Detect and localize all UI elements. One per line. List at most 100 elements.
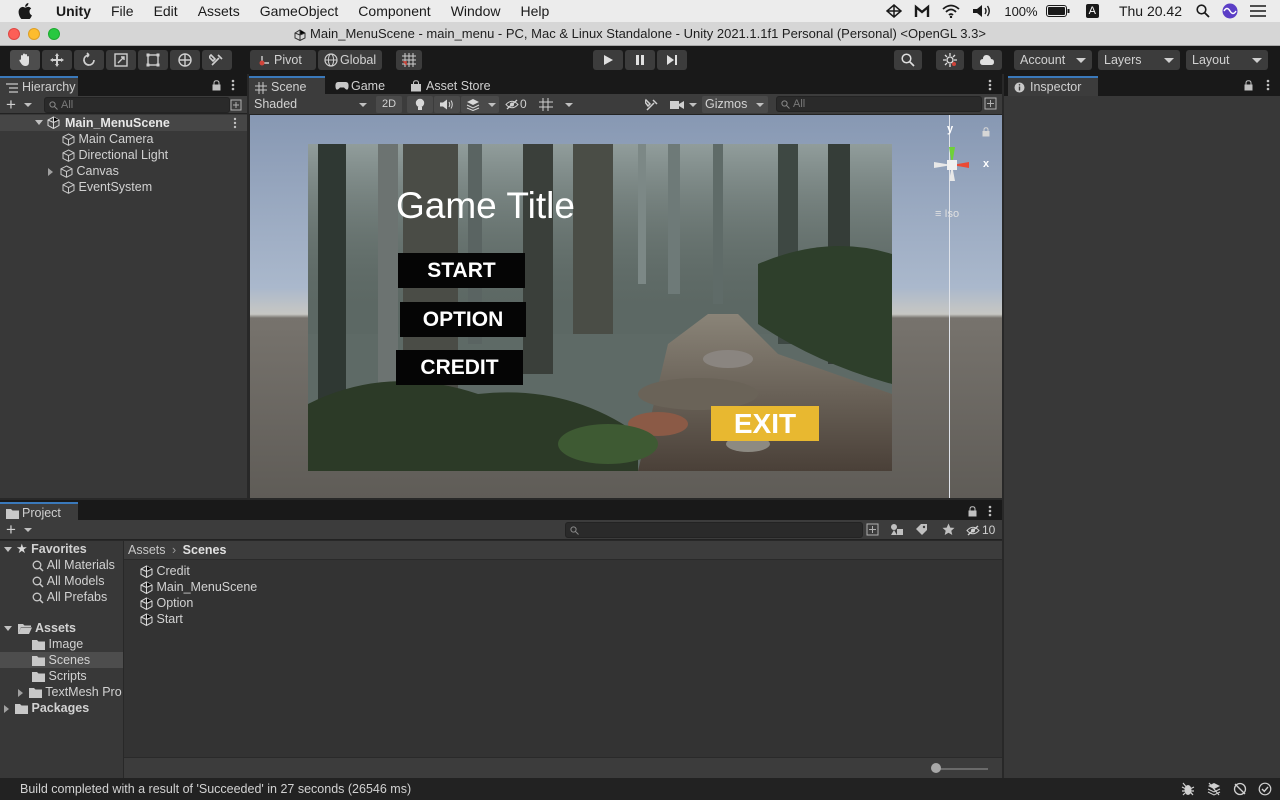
icon-size-slider-track[interactable]	[936, 768, 988, 770]
pause-button[interactable]	[625, 50, 655, 70]
folder-scripts[interactable]: Scripts	[32, 668, 87, 684]
progress-check-icon[interactable]	[1258, 782, 1272, 796]
battery-icon[interactable]	[1045, 5, 1070, 17]
create-add-button[interactable]: +	[6, 520, 16, 540]
breadcrumb-assets[interactable]: Assets	[128, 543, 166, 557]
maximize-window-button[interactable]	[48, 28, 60, 40]
spotlight-search-icon[interactable]	[1196, 4, 1210, 18]
asset-file-credit[interactable]: Credit	[140, 563, 190, 579]
play-button[interactable]	[593, 50, 623, 70]
favorites-group[interactable]: ★ Favorites	[4, 541, 87, 557]
asset-file-main-menuscene[interactable]: Main_MenuScene	[140, 579, 257, 595]
menu-file[interactable]: File	[101, 0, 144, 22]
tab-asset-store[interactable]: Asset Store	[404, 76, 504, 96]
hierarchy-scene-row[interactable]: Main_MenuScene	[0, 115, 247, 131]
start-button[interactable]: START	[398, 253, 525, 288]
asset-file-start[interactable]: Start	[140, 611, 183, 627]
menu-help[interactable]: Help	[510, 0, 559, 22]
credit-button[interactable]: CREDIT	[396, 350, 523, 385]
volume-icon[interactable]	[972, 4, 992, 18]
account-dropdown[interactable]: Account	[1014, 50, 1092, 70]
folder-scenes[interactable]: Scenes	[32, 652, 90, 668]
more-options-icon[interactable]	[233, 117, 237, 129]
create-add-button[interactable]: +	[6, 95, 16, 115]
more-options-icon[interactable]	[988, 505, 992, 517]
favorite-all-models[interactable]: All Models	[32, 573, 104, 589]
hierarchy-search-input[interactable]: All	[44, 97, 230, 113]
exit-button[interactable]: EXIT	[711, 406, 819, 441]
menu-window[interactable]: Window	[441, 0, 511, 22]
shading-mode-dropdown[interactable]: Shaded	[251, 96, 369, 113]
asset-file-option[interactable]: Option	[140, 595, 193, 611]
debug-bug-icon[interactable]	[1181, 782, 1195, 796]
more-options-icon[interactable]	[988, 79, 992, 91]
tab-project[interactable]: Project	[0, 502, 78, 522]
2d-mode-toggle[interactable]: 2D	[376, 96, 402, 113]
pivot-toggle[interactable]: Pivot	[250, 50, 316, 70]
control-center-icon[interactable]	[1250, 5, 1266, 17]
grid-visibility-dropdown[interactable]	[539, 96, 577, 113]
scene-search-filter-icon[interactable]	[984, 97, 997, 110]
global-toggle[interactable]: Global	[318, 50, 382, 70]
chevron-right-icon[interactable]	[48, 167, 53, 176]
menu-assets[interactable]: Assets	[188, 0, 250, 22]
lock-icon[interactable]	[968, 506, 977, 517]
lock-icon[interactable]	[982, 127, 990, 137]
hierarchy-item-directional-light[interactable]: Directional Light	[62, 147, 168, 163]
minimize-window-button[interactable]	[28, 28, 40, 40]
hidden-packages-toggle[interactable]: 10	[965, 522, 1001, 538]
projection-toggle[interactable]: ≡ Iso	[935, 208, 959, 220]
gizmos-dropdown[interactable]: Gizmos	[702, 96, 768, 113]
favorite-all-materials[interactable]: All Materials	[32, 557, 115, 573]
tab-hierarchy[interactable]: Hierarchy	[0, 76, 78, 96]
siri-icon[interactable]	[1222, 3, 1238, 19]
grid-snap-button[interactable]	[396, 50, 422, 70]
layout-dropdown[interactable]: Layout	[1186, 50, 1268, 70]
cloud-button[interactable]	[972, 50, 1002, 70]
effects-dropdown[interactable]	[461, 96, 499, 113]
move-tool-button[interactable]	[42, 50, 72, 70]
search-scope-icon[interactable]	[866, 523, 879, 536]
rect-tool-button[interactable]	[138, 50, 168, 70]
malwarebytes-icon[interactable]	[914, 4, 930, 18]
more-options-icon[interactable]	[231, 79, 235, 91]
chevron-down-icon[interactable]	[35, 120, 43, 125]
filter-by-label-icon[interactable]	[915, 523, 928, 536]
rotate-tool-button[interactable]	[74, 50, 104, 70]
hidden-objects-toggle[interactable]: 0	[503, 96, 533, 113]
close-window-button[interactable]	[8, 28, 20, 40]
lock-icon[interactable]	[212, 80, 221, 91]
breadcrumb-scenes[interactable]: Scenes	[183, 543, 227, 557]
tab-scene[interactable]: Scene	[249, 76, 325, 96]
input-source-icon[interactable]: A	[1085, 4, 1099, 18]
step-button[interactable]	[657, 50, 687, 70]
hierarchy-item-eventsystem[interactable]: EventSystem	[62, 179, 152, 195]
hand-tool-button[interactable]	[10, 50, 40, 70]
lock-icon[interactable]	[1244, 80, 1253, 91]
packages-folder[interactable]: Packages	[4, 700, 89, 716]
scale-tool-button[interactable]	[106, 50, 136, 70]
auto-generate-lighting-icon[interactable]	[1207, 782, 1221, 796]
menu-gameobject[interactable]: GameObject	[250, 0, 349, 22]
lighting-toggle[interactable]	[407, 96, 433, 113]
menu-edit[interactable]: Edit	[144, 0, 188, 22]
favorite-all-prefabs[interactable]: All Prefabs	[32, 589, 107, 605]
scene-viewport[interactable]: Game Title START OPTION CREDIT EXIT y x …	[250, 115, 1002, 498]
camera-settings-dropdown[interactable]	[667, 96, 701, 113]
custom-tool-button[interactable]	[202, 50, 232, 70]
transform-tool-button[interactable]	[170, 50, 200, 70]
apple-icon[interactable]	[0, 3, 46, 19]
audio-toggle[interactable]	[434, 96, 460, 113]
hierarchy-item-canvas[interactable]: Canvas	[48, 163, 119, 179]
status-message[interactable]: Build completed with a result of 'Succee…	[20, 782, 411, 796]
cache-server-icon[interactable]	[1233, 782, 1247, 796]
tab-inspector[interactable]: Inspector	[1008, 76, 1098, 96]
chevron-down-icon[interactable]	[24, 528, 32, 532]
filter-by-type-icon[interactable]	[890, 523, 904, 536]
menu-app-name[interactable]: Unity	[46, 0, 101, 22]
menu-component[interactable]: Component	[348, 0, 440, 22]
search-button[interactable]	[894, 50, 922, 70]
layers-dropdown[interactable]: Layers	[1098, 50, 1180, 70]
scene-search-input[interactable]: All	[776, 96, 982, 112]
scene-visibility-icon[interactable]	[230, 99, 242, 111]
